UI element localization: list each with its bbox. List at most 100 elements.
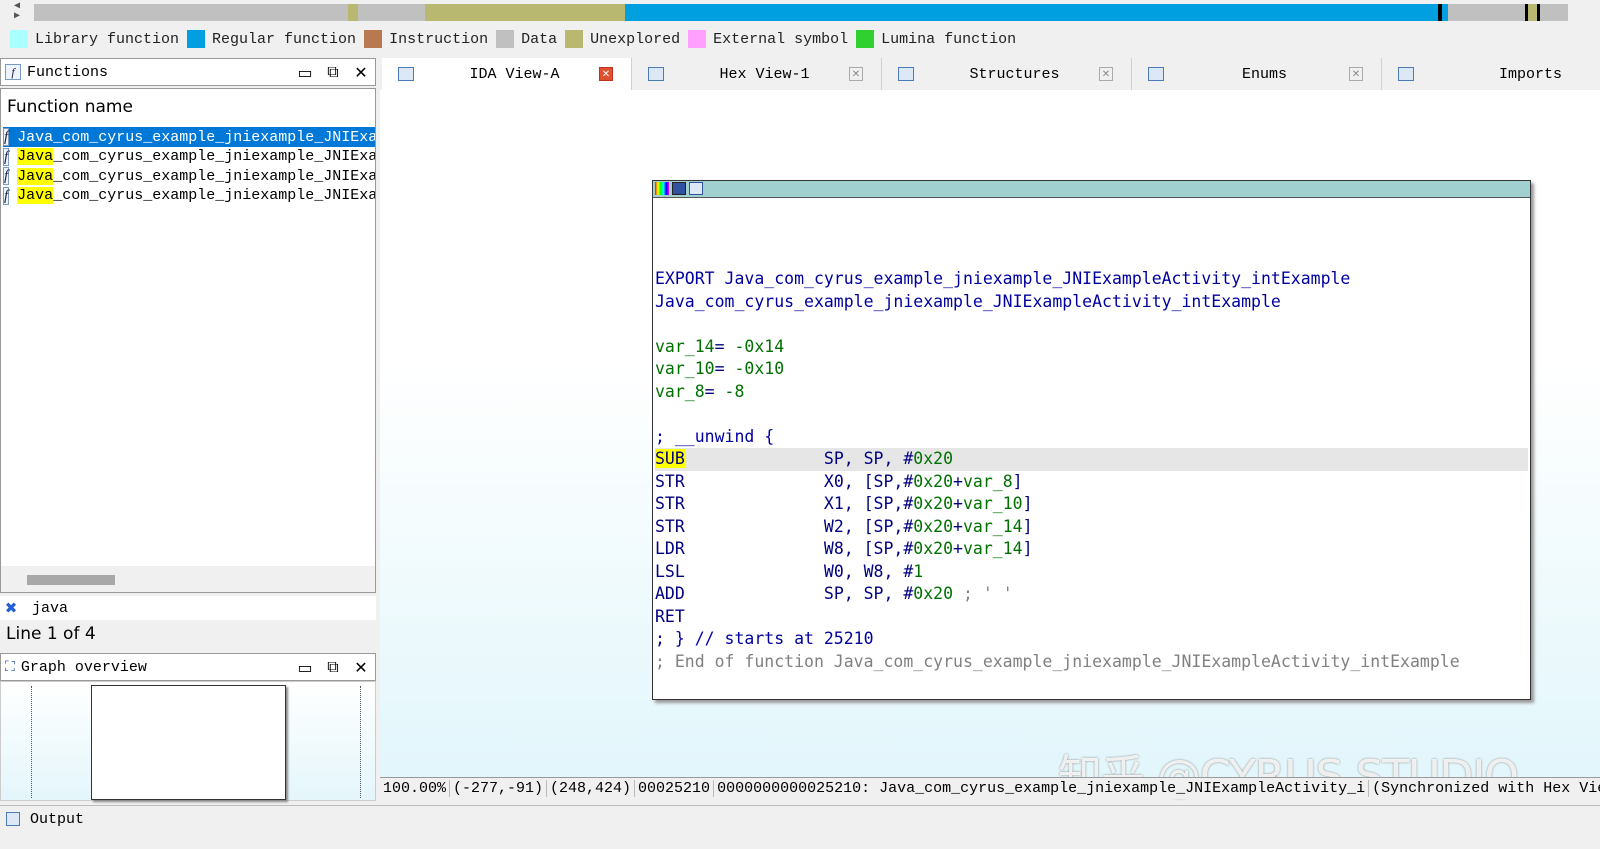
code-token: ; __unwind { [655, 427, 774, 446]
graph-overview-header: ⛶ Graph overview ▭ ⧉ ✕ [0, 653, 376, 681]
code-token: -0x10 [734, 359, 784, 378]
code-line[interactable]: var_10= -0x10 [655, 358, 1528, 381]
code-token: var_10 [655, 359, 715, 378]
code-line[interactable]: var_8= -8 [655, 381, 1528, 404]
code-line[interactable]: LDR W8, [SP,#0x20+var_14] [655, 538, 1528, 561]
code-line[interactable] [655, 403, 1528, 426]
legend-swatch [688, 30, 706, 48]
legend-item: Instruction [364, 30, 488, 48]
code-token: 0x20 [913, 584, 953, 603]
code-token: RET [655, 607, 685, 626]
close-icon[interactable]: ✕ [347, 658, 375, 677]
status-field: (248,424) [547, 780, 635, 797]
code-line[interactable]: LSL W0, W8, #1 [655, 561, 1528, 584]
node-titlebar[interactable] [653, 181, 1530, 198]
tab-ida-view-a[interactable]: IDA View-A✕ [382, 58, 632, 90]
code-line[interactable]: ; } // starts at 25210 [655, 628, 1528, 651]
overview-node [91, 685, 286, 800]
code-line[interactable]: var_14= -0x14 [655, 336, 1528, 359]
legend-swatch [187, 30, 205, 48]
graph-overview-canvas[interactable] [0, 681, 376, 801]
close-tab-icon[interactable]: ✕ [1099, 67, 1113, 81]
function-row[interactable]: fJava_com_cyrus_example_jniexample_JNIEx… [3, 186, 375, 206]
legend-item: Lumina function [856, 30, 1016, 48]
clear-filter-icon[interactable]: ✖ [0, 599, 22, 617]
code-token: SP, SP, # [685, 449, 913, 468]
filter-input[interactable]: java [32, 600, 68, 617]
column-header-function-name[interactable]: Function name [7, 97, 133, 117]
code-token: var_8 [963, 472, 1013, 491]
function-row[interactable]: fJava_com_cyrus_example_jniexample_JNIEx… [3, 147, 375, 167]
tab-enums[interactable]: Enums✕ [1132, 58, 1382, 90]
color-icon[interactable] [655, 182, 669, 195]
navbar-segment[interactable] [1448, 4, 1525, 21]
code-token: -0x14 [734, 337, 784, 356]
code-line[interactable] [655, 313, 1528, 336]
output-panel-tab[interactable]: Output [0, 805, 1600, 832]
code-line[interactable]: ; __unwind { [655, 426, 1528, 449]
maximize-icon[interactable]: ▭ [291, 63, 319, 82]
status-bar: 100.00%(-277,-91)(248,424)00025210000000… [380, 777, 1600, 799]
graph-node[interactable]: EXPORT Java_com_cyrus_example_jniexample… [652, 180, 1531, 700]
legend-item: Library function [10, 30, 179, 48]
tab-label: Imports [1430, 66, 1600, 83]
code-token: var_8 [655, 382, 705, 401]
code-token: = [715, 359, 735, 378]
close-tab-icon[interactable]: ✕ [849, 67, 863, 81]
maximize-icon[interactable]: ▭ [291, 658, 319, 677]
navbar-segment[interactable] [358, 4, 425, 21]
navbar-segment[interactable] [34, 4, 348, 21]
horizontal-scrollbar[interactable] [1, 566, 375, 592]
legend-item: External symbol [688, 30, 848, 48]
function-name-match: Java [17, 148, 53, 165]
code-token: STR [655, 494, 685, 513]
functions-panel-header: f Functions ▭ ⧉ ✕ [0, 58, 376, 86]
code-line[interactable]: STR X0, [SP,#0x20+var_8] [655, 471, 1528, 494]
rename-icon[interactable] [672, 182, 686, 195]
code-token: STR [655, 517, 685, 536]
filter-row[interactable]: ✖ java [0, 596, 376, 620]
tab-label: Structures [930, 66, 1099, 83]
tab-hex-view-1[interactable]: Hex View-1✕ [632, 58, 882, 90]
group-icon[interactable] [689, 182, 703, 195]
legend: Library functionRegular functionInstruct… [10, 28, 1024, 50]
legend-item: Data [496, 30, 557, 48]
function-name-rest: _com_cyrus_example_jniexample_JNIExample… [53, 187, 375, 204]
legend-label: Lumina function [881, 31, 1016, 48]
code-token: 1 [913, 562, 923, 581]
close-tab-icon[interactable]: ✕ [599, 67, 613, 81]
tab-icon [648, 67, 664, 81]
code-line[interactable]: STR X1, [SP,#0x20+var_10] [655, 493, 1528, 516]
legend-label: Instruction [389, 31, 488, 48]
navbar-segment[interactable] [625, 4, 1438, 21]
close-icon[interactable]: ✕ [347, 63, 375, 82]
code-token: 0x20 [913, 517, 953, 536]
navbar-segment[interactable] [425, 4, 624, 21]
tab-icon [898, 67, 914, 81]
code-token: 0x20 [913, 449, 953, 468]
code-line[interactable]: EXPORT Java_com_cyrus_example_jniexample… [655, 268, 1528, 291]
float-icon[interactable]: ⧉ [319, 657, 347, 677]
function-row[interactable]: fJava_com_cyrus_example_jniexample_JNIEx… [3, 166, 375, 186]
code-token: X0, [SP,# [685, 472, 913, 491]
navigation-band[interactable]: ◀▶ [0, 0, 1600, 24]
function-row[interactable]: fJava_com_cyrus_example_jniexample_JNIEx… [3, 127, 375, 147]
navbar-segment[interactable] [1540, 4, 1568, 21]
tab-structures[interactable]: Structures✕ [882, 58, 1132, 90]
code-line[interactable]: ADD SP, SP, #0x20 ; ' ' [655, 583, 1528, 606]
code-line[interactable]: STR W2, [SP,#0x20+var_14] [655, 516, 1528, 539]
navbar-segment[interactable] [1528, 4, 1537, 21]
code-token: = [705, 382, 725, 401]
code-line[interactable]: SUB SP, SP, #0x20 [655, 448, 1528, 471]
code-line[interactable]: ; End of function Java_com_cyrus_example… [655, 651, 1528, 674]
nav-arrows-icon[interactable]: ◀▶ [14, 2, 20, 22]
float-icon[interactable]: ⧉ [319, 62, 347, 82]
code-line[interactable]: Java_com_cyrus_example_jniexample_JNIExa… [655, 291, 1528, 314]
code-line[interactable]: RET [655, 606, 1528, 629]
scrollbar-thumb[interactable] [27, 575, 115, 585]
navigation-band-track[interactable] [34, 4, 1568, 21]
close-tab-icon[interactable]: ✕ [1349, 67, 1363, 81]
tab-imports[interactable]: Imports [1382, 58, 1600, 90]
functions-list[interactable]: Function name fJava_com_cyrus_example_jn… [0, 88, 376, 593]
navbar-segment[interactable] [348, 4, 357, 21]
